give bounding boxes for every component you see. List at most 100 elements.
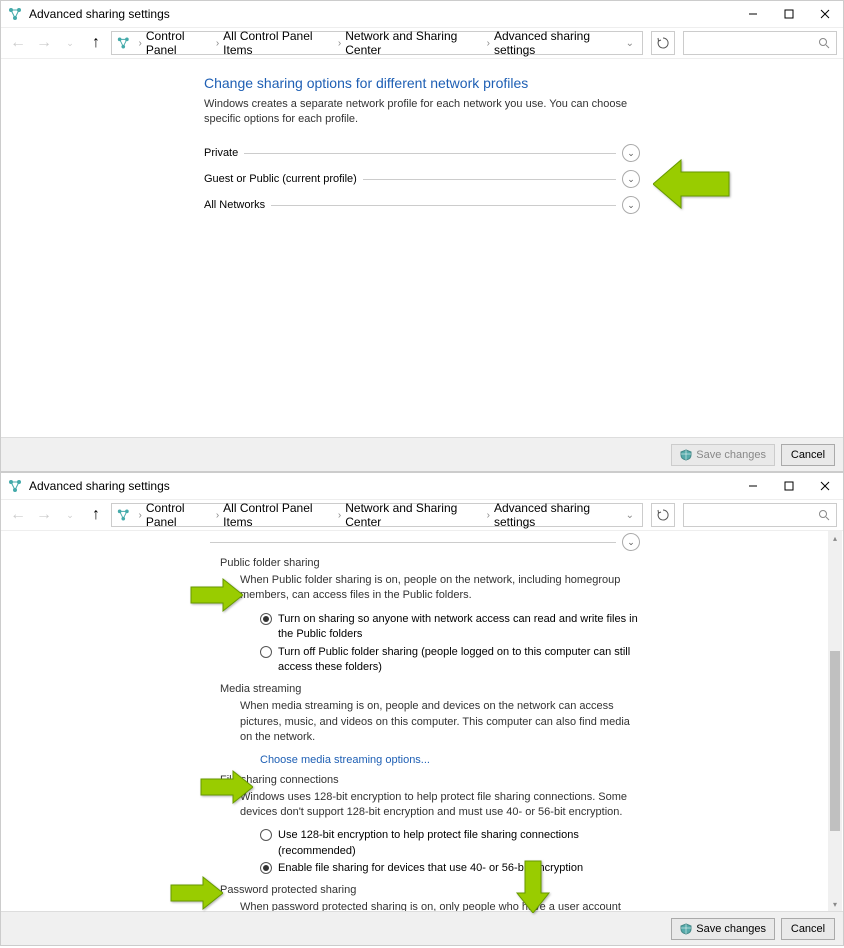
shield-icon (680, 449, 692, 461)
recent-dropdown[interactable]: ⌄ (59, 32, 81, 54)
annotation-arrow (653, 156, 733, 212)
scrollbar-thumb[interactable] (830, 651, 840, 831)
footer: Save changes Cancel (1, 911, 843, 945)
breadcrumb-item[interactable]: Advanced sharing settings (494, 501, 622, 529)
search-icon (818, 37, 830, 49)
radio-icon (260, 862, 272, 874)
close-button[interactable] (807, 473, 843, 499)
breadcrumb-item[interactable]: Network and Sharing Center (345, 501, 482, 529)
refresh-button[interactable] (651, 503, 675, 527)
radio-public-off[interactable]: Turn off Public folder sharing (people l… (260, 645, 640, 676)
button-label: Save changes (696, 449, 766, 461)
section-fileconn: File sharing connections (220, 774, 640, 786)
search-input[interactable] (683, 31, 837, 55)
scrollbar[interactable]: ▴ ▾ (828, 531, 842, 911)
profile-all-networks[interactable]: All Networks ⌄ (204, 192, 640, 218)
button-label: Cancel (791, 923, 825, 935)
breadcrumb[interactable]: › Control Panel › All Control Panel Item… (111, 31, 643, 55)
button-label: Save changes (696, 923, 766, 935)
forward-button[interactable]: → (33, 32, 55, 54)
section-password: Password protected sharing (220, 884, 640, 896)
breadcrumb[interactable]: › Control Panel › All Control Panel Item… (111, 503, 643, 527)
breadcrumb-item[interactable]: Advanced sharing settings (494, 29, 622, 57)
save-changes-button[interactable]: Save changes (671, 918, 775, 940)
titlebar: Advanced sharing settings (1, 473, 843, 499)
annotation-arrow (167, 873, 223, 913)
scroll-down-icon[interactable]: ▾ (828, 897, 842, 911)
radio-icon (260, 829, 272, 841)
recent-dropdown[interactable]: ⌄ (59, 504, 81, 526)
annotation-arrow (197, 767, 253, 807)
divider (363, 179, 616, 180)
navbar: ← → ⌄ ↑ › Control Panel › All Control Pa… (1, 499, 843, 531)
network-icon (116, 35, 131, 51)
profile-private[interactable]: Private ⌄ (204, 140, 640, 166)
page-description: Windows creates a separate network profi… (204, 97, 640, 128)
section-desc: Windows uses 128-bit encryption to help … (240, 790, 640, 821)
section-public-folder: Public folder sharing (220, 557, 640, 569)
window-top: Advanced sharing settings ← → ⌄ ↑ › Cont… (0, 0, 844, 472)
annotation-arrow (187, 575, 243, 615)
profile-guest-public[interactable]: Guest or Public (current profile) ⌄ (204, 166, 640, 192)
up-button[interactable]: ↑ (85, 32, 107, 54)
radio-label: Turn on sharing so anyone with network a… (278, 612, 640, 643)
titlebar: Advanced sharing settings (1, 1, 843, 27)
chevron-down-icon[interactable]: ⌄ (622, 533, 640, 551)
close-button[interactable] (807, 1, 843, 27)
navbar: ← → ⌄ ↑ › Control Panel › All Control Pa… (1, 27, 843, 59)
back-button[interactable]: ← (7, 32, 29, 54)
window-bottom: Advanced sharing settings ← → ⌄ ↑ › Cont… (0, 472, 844, 946)
page-heading: Change sharing options for different net… (204, 75, 640, 91)
window-title: Advanced sharing settings (29, 7, 735, 21)
chevron-down-icon[interactable]: ⌄ (622, 170, 640, 188)
minimize-button[interactable] (735, 1, 771, 27)
breadcrumb-item[interactable]: All Control Panel Items (223, 501, 334, 529)
window-title: Advanced sharing settings (29, 479, 735, 493)
radio-label: Use 128-bit encryption to help protect f… (278, 828, 640, 859)
chevron-down-icon[interactable]: ⌄ (622, 196, 640, 214)
forward-button[interactable]: → (33, 504, 55, 526)
cancel-button[interactable]: Cancel (781, 444, 835, 466)
network-icon (116, 507, 131, 523)
chevron-down-icon[interactable]: ⌄ (622, 144, 640, 162)
annotation-arrow (513, 857, 553, 913)
network-icon (7, 478, 23, 494)
network-icon (7, 6, 23, 22)
radio-label: Turn off Public folder sharing (people l… (278, 645, 640, 676)
radio-40-56bit[interactable]: Enable file sharing for devices that use… (260, 861, 640, 876)
profile-label: All Networks (204, 199, 265, 211)
profile-label: Guest or Public (current profile) (204, 173, 357, 185)
media-streaming-link[interactable]: Choose media streaming options... (260, 754, 640, 766)
footer: Save changes Cancel (1, 437, 843, 471)
save-changes-button[interactable]: Save changes (671, 444, 775, 466)
breadcrumb-item[interactable]: All Control Panel Items (223, 29, 334, 57)
search-input[interactable] (683, 503, 837, 527)
profile-label: Private (204, 147, 238, 159)
refresh-button[interactable] (651, 31, 675, 55)
breadcrumb-item[interactable]: Network and Sharing Center (345, 29, 482, 57)
profile-all-networks-cutoff: ⌄ (204, 535, 640, 549)
scroll-up-icon[interactable]: ▴ (828, 531, 842, 545)
radio-128bit[interactable]: Use 128-bit encryption to help protect f… (260, 828, 640, 859)
divider (271, 205, 616, 206)
cancel-button[interactable]: Cancel (781, 918, 835, 940)
maximize-button[interactable] (771, 473, 807, 499)
section-media: Media streaming (220, 683, 640, 695)
breadcrumb-dropdown[interactable]: ⌄ (622, 510, 638, 521)
section-desc: When media streaming is on, people and d… (240, 699, 640, 745)
radio-icon (260, 646, 272, 658)
up-button[interactable]: ↑ (85, 504, 107, 526)
breadcrumb-dropdown[interactable]: ⌄ (622, 38, 638, 49)
section-desc: When Public folder sharing is on, people… (240, 573, 640, 604)
radio-public-on[interactable]: Turn on sharing so anyone with network a… (260, 612, 640, 643)
breadcrumb-item[interactable]: Control Panel (146, 29, 212, 57)
back-button[interactable]: ← (7, 504, 29, 526)
shield-icon (680, 923, 692, 935)
breadcrumb-item[interactable]: Control Panel (146, 501, 212, 529)
radio-icon (260, 613, 272, 625)
search-icon (818, 509, 830, 521)
minimize-button[interactable] (735, 473, 771, 499)
divider (244, 153, 616, 154)
maximize-button[interactable] (771, 1, 807, 27)
content-area: ⌄ Public folder sharing When Public fold… (1, 531, 843, 913)
